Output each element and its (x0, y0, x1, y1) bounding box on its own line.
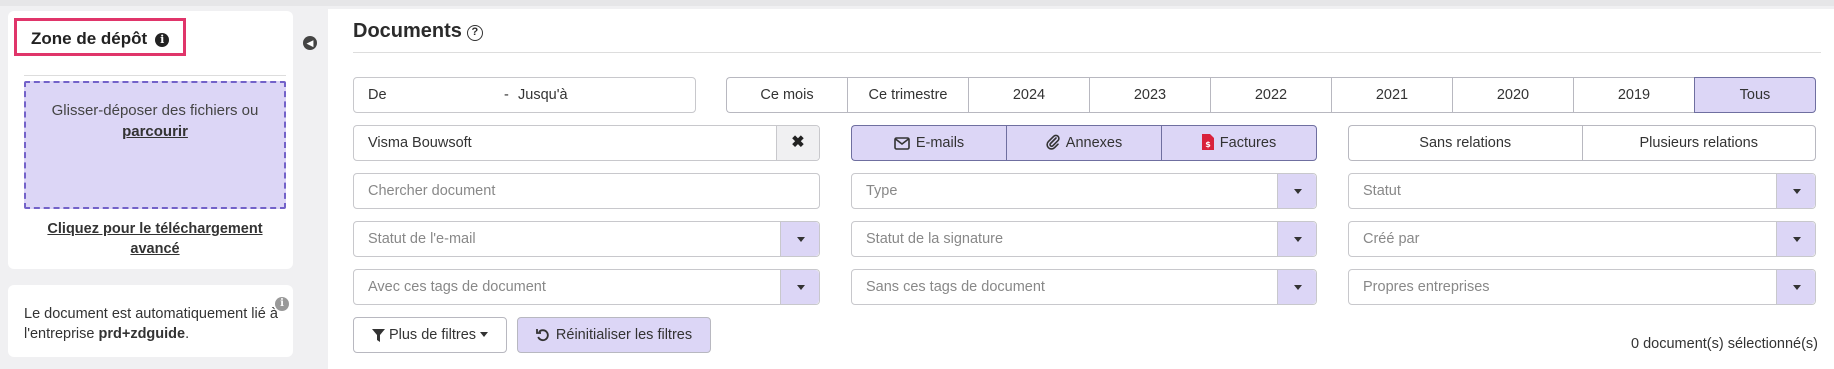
search-document-input[interactable]: Chercher document (353, 173, 820, 209)
signature-status-placeholder: Statut de la signature (866, 231, 1004, 247)
date-separator: - (504, 87, 509, 103)
period-button-2022[interactable]: 2022 (1210, 77, 1331, 113)
envelope-icon (894, 137, 910, 150)
period-button-this-month[interactable]: Ce mois (726, 77, 847, 113)
type-select[interactable]: Type (851, 173, 1317, 209)
auto-link-info-card: Le document est automatiquement lié à l'… (8, 285, 293, 357)
auto-link-suffix: . (185, 326, 190, 342)
company-filter-value: Visma Bouwsoft (368, 135, 472, 151)
period-button-all[interactable]: Tous (1694, 77, 1816, 113)
toggle-emails[interactable]: E-mails (851, 125, 1006, 161)
chevron-down-icon[interactable] (1776, 174, 1815, 208)
help-icon[interactable]: ? (466, 25, 483, 41)
period-selector: Ce mois Ce trimestre 2024 2023 2022 2021… (726, 77, 1816, 113)
period-button-2019[interactable]: 2019 (1573, 77, 1694, 113)
own-companies-placeholder: Propres entreprises (1363, 279, 1490, 295)
svg-text:$: $ (1205, 140, 1211, 149)
filter-icon (371, 329, 385, 342)
date-range-field[interactable]: De - Jusqu'à (353, 77, 696, 113)
status-select[interactable]: Statut (1348, 173, 1816, 209)
dropzone-text: Glisser-déposer des fichiers ou (51, 102, 259, 119)
reset-filters-button[interactable]: Réinitialiser les filtres (517, 317, 711, 353)
paperclip-icon (1046, 134, 1060, 150)
created-by-select[interactable]: Créé par (1348, 221, 1816, 257)
chevron-down-icon[interactable] (780, 270, 819, 304)
type-select-placeholder: Type (866, 183, 898, 199)
email-status-placeholder: Statut de l'e-mail (368, 231, 476, 247)
info-icon[interactable]: i (155, 33, 170, 47)
toggle-emails-label: E-mails (915, 135, 965, 151)
divider (24, 75, 286, 76)
company-filter[interactable]: Visma Bouwsoft ✖ (353, 125, 820, 161)
date-from-label: De (368, 87, 387, 103)
company-name: prd+zdguide (98, 326, 186, 342)
file-dropzone[interactable]: Glisser-déposer des fichiers ou parcouri… (24, 81, 286, 209)
date-to-label: Jusqu'à (518, 87, 568, 103)
selected-count: 0 document(s) sélectionné(s) (1631, 336, 1818, 352)
status-select-placeholder: Statut (1363, 183, 1401, 199)
browse-link[interactable]: parcourir (26, 121, 284, 142)
toggle-invoices-label: Factures (1219, 135, 1277, 151)
period-button-this-quarter[interactable]: Ce trimestre (847, 77, 968, 113)
toggle-invoices[interactable]: $ Factures (1161, 125, 1317, 161)
document-type-toggles: E-mails Annexes $ Factures (851, 125, 1317, 161)
more-filters-button[interactable]: Plus de filtres (353, 317, 507, 353)
chevron-down-icon[interactable] (1776, 222, 1815, 256)
relation-filter: Sans relations Plusieurs relations (1348, 125, 1816, 161)
invoice-icon: $ (1201, 134, 1214, 150)
own-companies-select[interactable]: Propres entreprises (1348, 269, 1816, 305)
page-title-text: Documents (353, 20, 462, 42)
chevron-down-icon[interactable] (1277, 174, 1316, 208)
chevron-down-icon[interactable] (780, 222, 819, 256)
top-border (0, 0, 1834, 6)
button-multiple-relations[interactable]: Plusieurs relations (1581, 125, 1816, 161)
with-tags-select[interactable]: Avec ces tags de document (353, 269, 820, 305)
signature-status-select[interactable]: Statut de la signature (851, 221, 1317, 257)
dropzone-title: Zone de dépôt (31, 29, 148, 48)
with-tags-placeholder: Avec ces tags de document (368, 279, 546, 295)
documents-panel: Documents? De - Jusqu'à Ce mois Ce trime… (328, 9, 1834, 369)
period-button-2021[interactable]: 2021 (1331, 77, 1452, 113)
caret-down-icon (480, 332, 489, 337)
chevron-down-icon[interactable] (1277, 222, 1316, 256)
divider (353, 52, 1821, 53)
button-without-relations[interactable]: Sans relations (1348, 125, 1582, 161)
page-title: Documents? (353, 20, 483, 43)
without-tags-select[interactable]: Sans ces tags de document (851, 269, 1317, 305)
info-icon[interactable]: i (275, 297, 289, 311)
period-button-2020[interactable]: 2020 (1452, 77, 1573, 113)
undo-icon (536, 329, 549, 342)
more-filters-label: Plus de filtres (388, 327, 477, 343)
toggle-attachments-label: Annexes (1065, 135, 1123, 151)
period-button-2024[interactable]: 2024 (968, 77, 1089, 113)
dropzone-card: Zone de dépôt i Glisser-déposer des fichi… (8, 11, 293, 269)
advanced-upload-link[interactable]: Cliquez pour le téléchargement avancé (24, 219, 286, 259)
auto-link-text: Le document est automatiquement lié à l'… (24, 304, 284, 344)
chevron-down-icon[interactable] (1277, 270, 1316, 304)
period-button-2023[interactable]: 2023 (1089, 77, 1210, 113)
dropzone-title-highlight: Zone de dépôt i (14, 18, 186, 56)
collapse-left-icon[interactable]: ◀ (303, 36, 317, 50)
email-status-select[interactable]: Statut de l'e-mail (353, 221, 820, 257)
chevron-down-icon[interactable] (1776, 270, 1815, 304)
without-tags-placeholder: Sans ces tags de document (866, 279, 1045, 295)
created-by-placeholder: Créé par (1363, 231, 1420, 247)
clear-company-button[interactable]: ✖ (776, 126, 819, 160)
reset-filters-label: Réinitialiser les filtres (555, 327, 693, 343)
toggle-attachments[interactable]: Annexes (1006, 125, 1161, 161)
